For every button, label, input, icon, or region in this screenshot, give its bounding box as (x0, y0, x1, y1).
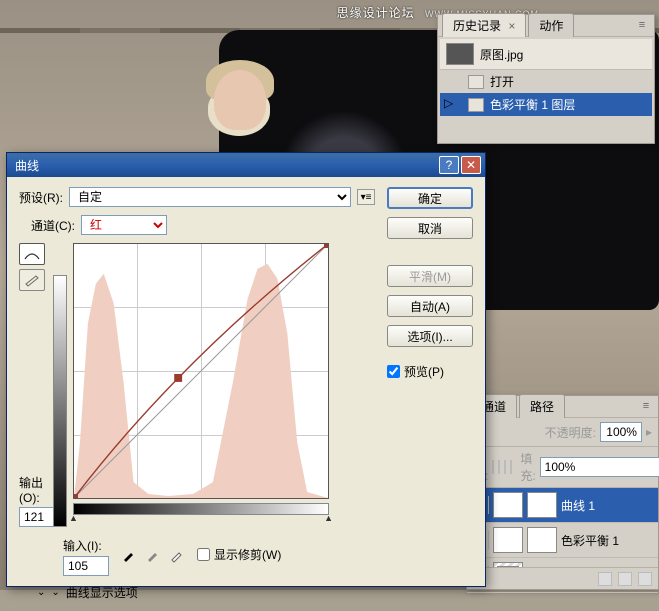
opacity-input[interactable] (600, 422, 642, 442)
channel-label: 通道(C): (31, 217, 75, 234)
chevron-down-icon: ⌄ (51, 587, 59, 598)
layer-thumb (493, 527, 523, 553)
curves-graph[interactable] (73, 243, 329, 499)
layer-row-curves[interactable]: 曲线 1 (467, 488, 658, 523)
fill-label: 填充: (520, 450, 535, 484)
auto-button[interactable]: 自动(A) (387, 295, 473, 317)
lock-pixels-icon[interactable] (498, 460, 500, 474)
layer-icon (468, 98, 484, 112)
layers-panel: 通道 路径 不透明度: ▸ 锁定: 填充: ▸ 曲线 1 色彩平衡 1 (466, 395, 659, 590)
gray-point-eyedropper[interactable] (143, 545, 163, 565)
pencil-icon (23, 273, 41, 287)
cancel-button[interactable]: 取消 (387, 217, 473, 239)
panel-menu-icon[interactable] (634, 17, 650, 33)
curves-dialog: 曲线 ? ✕ 预设(R): 自定 ▾≡ 通道(C): 红 (6, 152, 486, 587)
input-label: 输入(I): (63, 537, 109, 554)
lock-position-icon[interactable] (504, 460, 506, 474)
snapshot-label: 原图.jpg (480, 46, 523, 63)
tab-actions[interactable]: 动作 (528, 13, 574, 37)
opacity-label: 不透明度: (545, 424, 596, 441)
input-slider[interactable] (73, 515, 329, 527)
curve-icon (23, 247, 41, 261)
curve-pencil-tool[interactable] (19, 269, 45, 291)
history-item-open[interactable]: 打开 (440, 70, 652, 93)
history-item-color-balance[interactable]: 色彩平衡 1 图层 (440, 93, 652, 116)
layer-name: 曲线 1 (561, 497, 595, 514)
options-button[interactable]: 选项(I)... (387, 325, 473, 347)
snapshot-thumb (446, 43, 474, 65)
dialog-titlebar[interactable]: 曲线 ? ✕ (7, 153, 485, 177)
curve-control-point (174, 374, 182, 382)
watermark-text: 思缘设计论坛 (337, 6, 415, 20)
panel-menu-icon[interactable] (638, 398, 654, 414)
channel-select[interactable]: 红 (81, 215, 167, 235)
preview-checkbox[interactable]: 预览(P) (387, 363, 473, 380)
black-point-eyedropper[interactable] (119, 545, 139, 565)
tab-actions-label: 动作 (539, 19, 563, 33)
tab-history[interactable]: 历史记录 × (442, 13, 526, 37)
history-item-label: 打开 (490, 73, 514, 90)
preset-menu-icon[interactable]: ▾≡ (357, 189, 375, 205)
curve-point-tool[interactable] (19, 243, 45, 265)
show-clipping-label: 显示修剪(W) (214, 546, 281, 563)
history-panel: 历史记录 × 动作 原图.jpg 打开 ▷ 色彩平衡 1 图层 (437, 14, 655, 144)
mask-icon[interactable] (638, 572, 652, 586)
preview-label: 预览(P) (404, 363, 444, 380)
layer-name: 色彩平衡 1 (561, 532, 619, 549)
history-tabs: 历史记录 × 动作 (438, 15, 654, 37)
input-gradient (73, 503, 329, 515)
ok-button[interactable]: 确定 (387, 187, 473, 209)
tab-paths[interactable]: 路径 (519, 394, 565, 418)
preset-label: 预设(R): (19, 189, 63, 206)
fx-icon[interactable] (618, 572, 632, 586)
close-icon[interactable]: × (508, 19, 515, 33)
history-current-marker: ▷ (444, 96, 453, 110)
smooth-button: 平滑(M) (387, 265, 473, 287)
preset-select[interactable]: 自定 (69, 187, 351, 207)
person-shape (190, 60, 290, 160)
display-options-toggle[interactable]: ⌄ ⌄ 曲线显示选项 (37, 584, 375, 601)
close-button[interactable]: ✕ (461, 156, 481, 174)
layers-tabs: 通道 路径 (467, 396, 658, 418)
curve-line (74, 244, 328, 498)
show-clipping-checkbox[interactable]: 显示修剪(W) (197, 546, 281, 563)
tab-history-label: 历史记录 (453, 19, 501, 33)
layer-thumb (493, 492, 523, 518)
lock-all-icon[interactable] (510, 460, 512, 474)
dialog-title: 曲线 (15, 157, 39, 174)
layers-footer (467, 567, 658, 589)
history-item-label: 色彩平衡 1 图层 (490, 96, 575, 113)
history-snapshot-row[interactable]: 原图.jpg (440, 39, 652, 70)
fill-input[interactable] (540, 457, 659, 477)
layer-mask-thumb (527, 492, 557, 518)
help-button[interactable]: ? (439, 156, 459, 174)
chevron-down-icon: ⌄ (37, 587, 45, 598)
white-point-eyedropper[interactable] (167, 545, 187, 565)
chevron-right-icon[interactable]: ▸ (646, 425, 652, 439)
input-input[interactable] (63, 556, 109, 576)
layer-mask-thumb (527, 527, 557, 553)
open-icon (468, 75, 484, 89)
display-options-label: 曲线显示选项 (66, 584, 138, 601)
layer-row-color-balance[interactable]: 色彩平衡 1 (467, 523, 658, 558)
output-gradient (53, 275, 67, 527)
lock-transparent-icon[interactable] (492, 460, 494, 474)
link-icon[interactable] (598, 572, 612, 586)
output-label: 输出(O): (19, 474, 47, 505)
